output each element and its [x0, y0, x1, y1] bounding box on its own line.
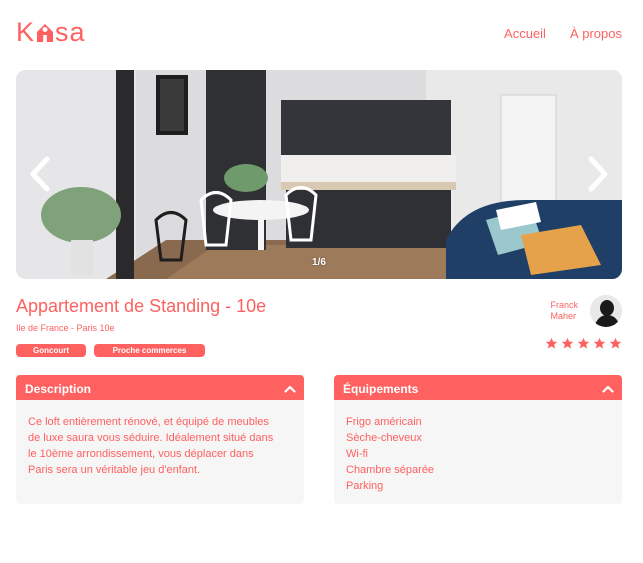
listing-title: Appartement de Standing - 10e — [16, 296, 267, 316]
equipments-collapse-header[interactable]: Équipements — [334, 375, 622, 403]
photo-gallery: 1/6 — [16, 70, 622, 279]
list-item: Wi-fi — [346, 448, 368, 460]
description-text: Ce loft entièrement rénové, et équipé de… — [28, 416, 274, 476]
chevron-up-icon[interactable] — [602, 385, 614, 393]
list-item: Frigo américain — [346, 416, 422, 428]
nav-link-about[interactable]: À propos — [570, 26, 622, 41]
host-info: Franck Maher — [550, 295, 622, 327]
equipments-title: Équipements — [343, 382, 419, 396]
chevron-up-icon[interactable] — [284, 385, 296, 393]
tag-list: Goncourt Proche commerces — [16, 344, 205, 357]
star-icon — [577, 337, 590, 349]
avatar — [590, 295, 622, 327]
equipments-body: Frigo américain Sèche-cheveux Wi-fi Cham… — [334, 400, 622, 504]
nav-link-home[interactable]: Accueil — [504, 26, 546, 41]
chevron-left-icon[interactable] — [26, 154, 54, 194]
star-icon — [609, 337, 622, 349]
description-collapse: Description Ce loft entièrement rénové, … — [16, 375, 304, 504]
chevron-right-icon[interactable] — [584, 154, 612, 194]
list-item: Parking — [346, 480, 384, 492]
house-icon — [37, 23, 54, 42]
host-last-name: Maher — [550, 311, 576, 321]
kasa-logo[interactable]: K sa — [16, 18, 86, 46]
logo-letter-k: K — [16, 16, 36, 47]
main-nav: Accueil À propos — [504, 26, 622, 41]
logo-letters-sa: sa — [55, 16, 86, 47]
rating-stars — [545, 337, 622, 350]
listing-location: Ile de France - Paris 10e — [16, 323, 115, 333]
list-item: Sèche-cheveux — [346, 432, 422, 444]
apartment-photo — [16, 70, 622, 279]
tag: Proche commerces — [94, 344, 205, 357]
host-first-name: Franck — [550, 300, 578, 310]
description-collapse-header[interactable]: Description — [16, 375, 304, 403]
star-icon — [545, 337, 558, 349]
equipments-collapse: Équipements Frigo américain Sèche-cheveu… — [334, 375, 622, 504]
list-item: Chambre séparée — [346, 464, 435, 476]
description-body: Ce loft entièrement rénové, et équipé de… — [16, 400, 304, 504]
photo-counter: 1/6 — [312, 257, 326, 268]
host-name: Franck Maher — [550, 300, 578, 322]
star-icon — [561, 337, 574, 349]
description-title: Description — [25, 382, 92, 396]
star-icon — [593, 337, 606, 349]
tag: Goncourt — [16, 344, 86, 357]
equipments-list: Frigo américain Sèche-cheveux Wi-fi Cham… — [346, 414, 610, 494]
